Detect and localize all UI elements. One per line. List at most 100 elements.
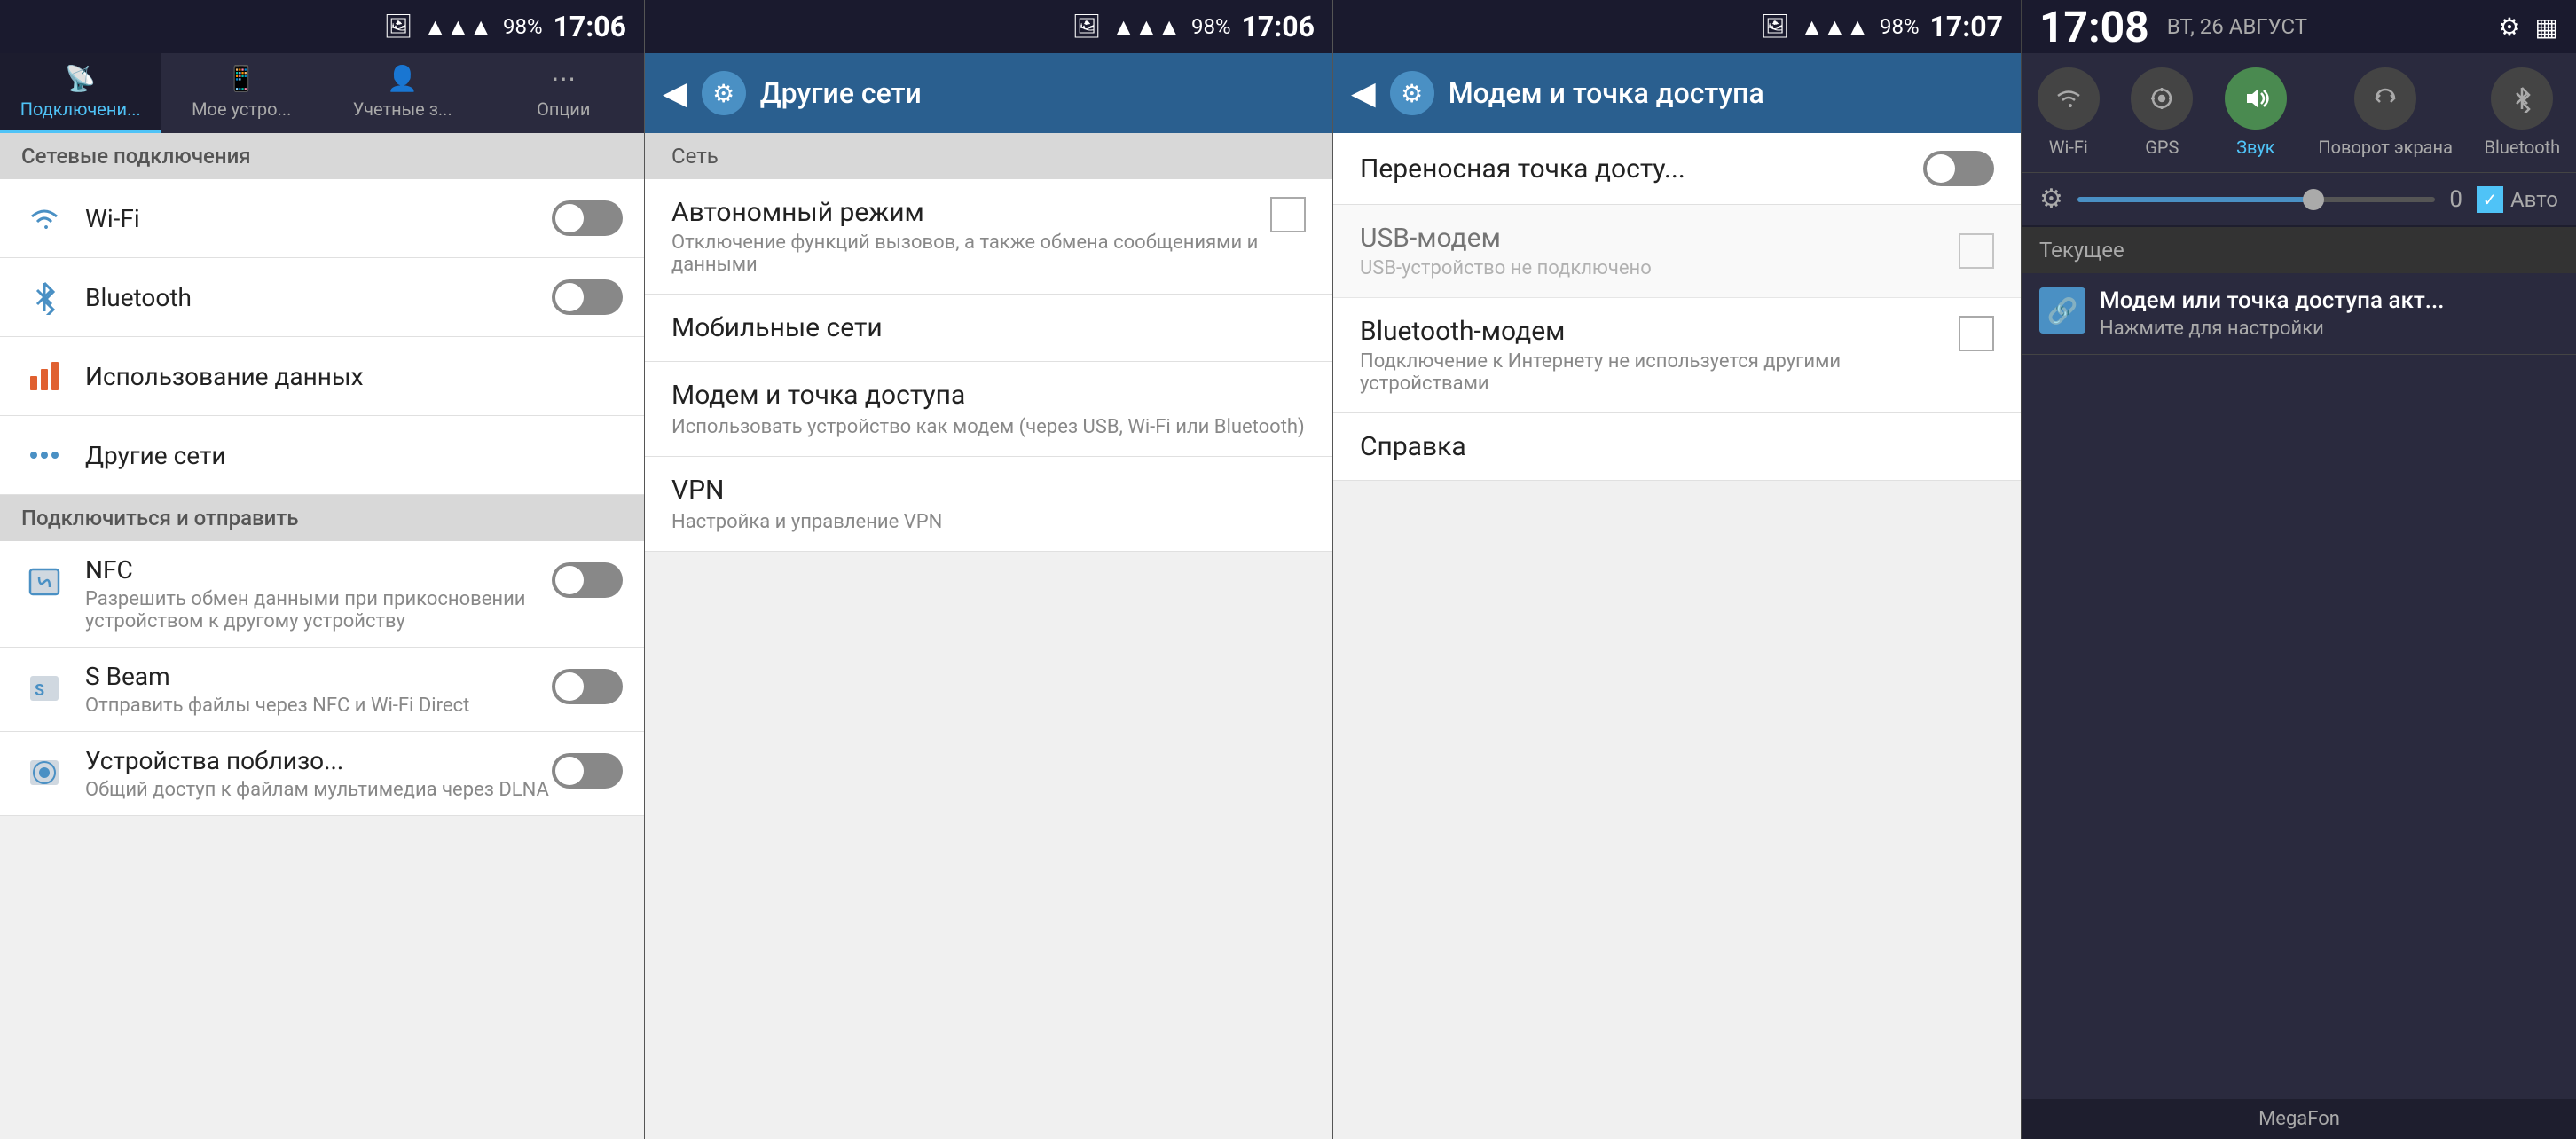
status-bar-3: 🖼 ▲▲▲ 98% 17:07	[1333, 0, 2021, 53]
brightness-value: 0	[2449, 186, 2462, 213]
wifi-text: Wi-Fi	[85, 204, 552, 233]
vpn-item[interactable]: VPN Настройка и управление VPN	[645, 457, 1332, 552]
qt-bluetooth-icon	[2491, 67, 2553, 130]
quick-toggle-bluetooth[interactable]: Bluetooth	[2485, 67, 2561, 158]
help-title: Справка	[1360, 431, 1994, 462]
data-usage-title: Использование данных	[85, 362, 623, 391]
panel-connections: 🖼 ▲▲▲ 98% 17:06 📡 Подключени... 📱 Мое ус…	[0, 0, 644, 1139]
nearby-desc: Общий доступ к файлам мультимедиа через …	[85, 779, 552, 801]
airplane-title: Автономный режим	[671, 197, 1270, 228]
notification-time: 17:08	[2039, 2, 2149, 52]
nearby-icon	[21, 750, 67, 796]
tethering-title: Модем и точка доступа	[671, 380, 1306, 411]
notif-hotspot-icon: 🔗	[2039, 287, 2085, 334]
auto-brightness-check[interactable]: ✓	[2477, 186, 2503, 213]
settings-item-nfc[interactable]: NFC Разрешить обмен данными при прикосно…	[0, 541, 644, 648]
settings-item-data-usage[interactable]: Использование данных	[0, 337, 644, 416]
tab-my-device[interactable]: 📱 Мое устро...	[161, 53, 323, 133]
wifi-toggle[interactable]	[552, 200, 623, 236]
tab-connections-label: Подключени...	[20, 98, 141, 120]
nfc-toggle[interactable]	[552, 562, 623, 598]
nfc-title: NFC	[85, 555, 552, 585]
hotspot-item[interactable]: Переносная точка досту...	[1333, 133, 2021, 205]
qt-sound-icon	[2225, 67, 2287, 130]
usb-tether-item[interactable]: USB-модем USB-устройство не подключено	[1333, 205, 2021, 298]
notif-hotspot-desc: Нажмите для настройки	[2100, 318, 2444, 340]
battery-3: 98%	[1880, 14, 1920, 39]
qt-wifi-label: Wi-Fi	[2049, 137, 2088, 158]
settings-item-bluetooth[interactable]: Bluetooth	[0, 258, 644, 337]
airplane-mode-item[interactable]: Автономный режим Отключение функций вызо…	[645, 179, 1332, 295]
help-item[interactable]: Справка	[1333, 413, 2021, 481]
settings-item-other-networks[interactable]: Другие сети	[0, 416, 644, 495]
panel3-content: Переносная точка досту... USB-модем USB-…	[1333, 133, 2021, 1139]
sbeam-toggle[interactable]	[552, 669, 623, 704]
status-bar-2: 🖼 ▲▲▲ 98% 17:06	[645, 0, 1332, 53]
tabs-row: 📡 Подключени... 📱 Мое устро... 👤 Учетные…	[0, 53, 644, 133]
bluetooth-text: Bluetooth	[85, 283, 552, 312]
time-3: 17:07	[1930, 10, 2003, 43]
bt-tether-text: Bluetooth-модем Подключение к Интернету …	[1360, 316, 1959, 395]
signal-strength-1: ▲▲▲	[424, 13, 492, 41]
camera-icon: 🖼	[384, 13, 413, 40]
brightness-settings-icon[interactable]: ⚙	[2039, 184, 2063, 215]
panel2-content: Сеть Автономный режим Отключение функций…	[645, 133, 1332, 1139]
tab-mydevice-label: Мое устро...	[192, 98, 291, 120]
panel3-title: Модем и точка доступа	[1449, 76, 1764, 110]
grid-icon[interactable]: ▦	[2535, 12, 2558, 42]
qt-wifi-icon	[2038, 67, 2100, 130]
status-icons-right: ⚙ ▦	[2498, 12, 2558, 42]
notification-status-bar: 17:08 ВТ, 26 АВГУСТ ⚙ ▦	[2022, 0, 2576, 53]
svg-text:S: S	[35, 681, 44, 700]
airplane-checkbox[interactable]	[1270, 197, 1306, 232]
other-networks-icon	[21, 432, 67, 478]
tab-options[interactable]: ⋯ Опции	[483, 53, 645, 133]
tethering-item[interactable]: Модем и точка доступа Использовать устро…	[645, 362, 1332, 457]
settings-item-sbeam[interactable]: S S Beam Отправить файлы через NFC и Wi-…	[0, 648, 644, 732]
tab-options-icon: ⋯	[551, 64, 576, 93]
hotspot-toggle[interactable]	[1923, 151, 1994, 186]
bt-tether-item[interactable]: Bluetooth-модем Подключение к Интернету …	[1333, 298, 2021, 413]
quick-toggle-wifi[interactable]: Wi-Fi	[2038, 67, 2100, 158]
camera-icon-3: 🖼	[1761, 13, 1790, 40]
bt-tether-title: Bluetooth-модем	[1360, 316, 1959, 347]
back-button-2[interactable]: ◀	[663, 75, 687, 112]
settings-item-nearby[interactable]: Устройства поблизо... Общий доступ к фай…	[0, 732, 644, 816]
tab-accounts-icon: 👤	[387, 64, 418, 93]
brightness-slider[interactable]	[2077, 197, 2435, 202]
notifications-header: Текущее	[2022, 227, 2576, 273]
qt-rotate-label: Поворот экрана	[2318, 137, 2453, 158]
bluetooth-toggle[interactable]	[552, 279, 623, 315]
notification-hotspot[interactable]: 🔗 Модем или точка доступа акт... Нажмите…	[2022, 273, 2576, 355]
bt-tether-desc: Подключение к Интернету не используется …	[1360, 350, 1959, 395]
tab-accounts[interactable]: 👤 Учетные з...	[322, 53, 483, 133]
tab-connections[interactable]: 📡 Подключени...	[0, 53, 161, 133]
mobile-networks-item[interactable]: Мобильные сети	[645, 295, 1332, 362]
panel2-title: Другие сети	[760, 76, 922, 110]
data-usage-text: Использование данных	[85, 362, 623, 391]
mobile-networks-title: Мобильные сети	[671, 312, 1306, 343]
settings-item-wifi[interactable]: Wi-Fi	[0, 179, 644, 258]
vpn-desc: Настройка и управление VPN	[671, 511, 1306, 533]
quick-toggle-gps[interactable]: GPS	[2131, 67, 2193, 158]
settings-icon[interactable]: ⚙	[2498, 12, 2520, 42]
bluetooth-icon	[21, 274, 67, 320]
other-networks-title: Другие сети	[85, 441, 623, 470]
qt-bluetooth-label: Bluetooth	[2485, 137, 2561, 158]
sbeam-icon: S	[21, 665, 67, 711]
nearby-text: Устройства поблизо... Общий доступ к фай…	[85, 746, 552, 801]
airplane-desc: Отключение функций вызовов, а также обме…	[671, 232, 1270, 276]
nearby-toggle[interactable]	[552, 753, 623, 789]
notif-hotspot-text: Модем или точка доступа акт... Нажмите д…	[2100, 287, 2444, 340]
quick-toggle-rotate[interactable]: Поворот экрана	[2318, 67, 2453, 158]
notifications-section: Текущее 🔗 Модем или точка доступа акт...…	[2022, 227, 2576, 1139]
signal-2: ▲▲▲	[1112, 13, 1181, 41]
section-header-share: Подключиться и отправить	[0, 495, 644, 541]
tab-options-label: Опции	[537, 98, 590, 120]
usb-tether-title: USB-модем	[1360, 223, 1959, 254]
nfc-desc: Разрешить обмен данными при прикосновени…	[85, 588, 552, 632]
section-header-network: Сетевые подключения	[0, 133, 644, 179]
back-button-3[interactable]: ◀	[1351, 75, 1376, 112]
quick-toggle-sound[interactable]: Звук	[2225, 67, 2287, 158]
bt-tether-checkbox[interactable]	[1959, 316, 1994, 351]
